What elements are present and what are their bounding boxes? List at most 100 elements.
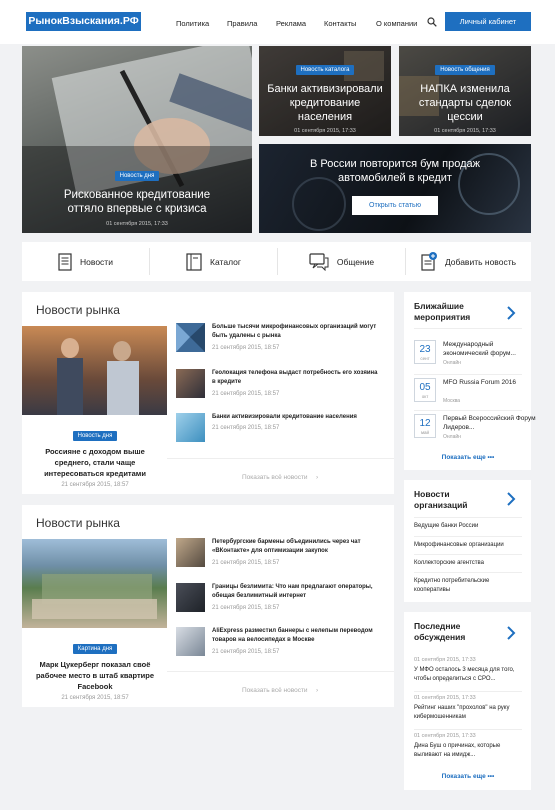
tile-community-badge[interactable]: Новость общения xyxy=(435,65,495,75)
show-all-news-link[interactable]: Показать всё новости xyxy=(242,474,308,481)
calendar-icon: 23 сент xyxy=(414,340,436,364)
nav-contacts[interactable]: Контакты xyxy=(324,19,356,28)
event-title[interactable]: MFO Russia Forum 2016 xyxy=(443,378,538,387)
discussion-text[interactable]: Дина Буш о причинах, которые выливают на… xyxy=(414,742,526,760)
news-thumbnail xyxy=(176,323,205,352)
divider xyxy=(414,554,522,555)
hero-main-tile[interactable]: Новость дня Рискованное кредитование отт… xyxy=(22,46,252,233)
market2-lead-story[interactable]: Картина дня Марк Цукерберг показал своё … xyxy=(30,637,160,701)
market-lead-title[interactable]: Россияне с доходом выше среднего, стали … xyxy=(30,446,160,479)
tile-catalog-badge[interactable]: Новость каталога xyxy=(295,65,355,75)
news-thumbnail xyxy=(176,369,205,398)
news-title[interactable]: Границы безлимита: Что нам предлагают оп… xyxy=(212,583,382,601)
discussion-text[interactable]: У МФО осталось 3 месяца для того, чтобы … xyxy=(414,666,526,684)
event-location: Онлайн xyxy=(443,360,461,366)
discussion-item[interactable]: 01 сентября 2015, 17:33 Дина Буш о причин… xyxy=(414,733,526,760)
news-title[interactable]: AliExpress разместил баннеры с нелепым п… xyxy=(212,627,382,645)
event-item[interactable]: 05 окт MFO Russia Forum 2016 Москва xyxy=(414,378,532,414)
hero-main-badge[interactable]: Новость дня xyxy=(114,171,160,181)
market-lead-story[interactable]: Новость дня Россияне с доходом выше сред… xyxy=(30,424,160,488)
news-date: 21 сентября 2015, 18:57 xyxy=(212,391,280,397)
nav-ads[interactable]: Реклама xyxy=(276,19,306,28)
orgs-title[interactable]: Новости организаций xyxy=(414,489,494,511)
category-catalog-label: Каталог xyxy=(210,256,241,267)
event-location: Москва xyxy=(443,398,461,404)
tile-catalog-date: 01 сентября 2015, 17:33 xyxy=(294,128,356,134)
discussions-title[interactable]: Последние обсуждения xyxy=(414,621,494,643)
event-title[interactable]: Первый Всероссийский Форум Лидеров... xyxy=(443,414,538,432)
chevron-right-icon: › xyxy=(316,474,319,481)
discussion-item[interactable]: 01 сентября 2015, 17:33 Рейтинг наших "пр… xyxy=(414,695,526,722)
category-news-label: Новости xyxy=(80,256,113,267)
chevron-right-icon[interactable] xyxy=(507,492,516,506)
news-thumbnail xyxy=(176,538,205,567)
book-icon xyxy=(186,252,202,271)
category-community[interactable]: Общение xyxy=(278,242,405,281)
hero-main-title[interactable]: Рискованное кредитование оттяло впервые … xyxy=(47,188,227,216)
show-more-discussions-link[interactable]: Показать еще ••• xyxy=(404,773,532,780)
news-title[interactable]: Геолокация телефона выдаст потребность е… xyxy=(212,369,382,387)
org-link[interactable]: Кредитно потребительские кооперативы xyxy=(414,577,524,595)
category-community-label: Общение xyxy=(336,256,375,267)
org-link[interactable]: Микрофинансовые организации xyxy=(414,541,524,550)
market2-lead-photo[interactable] xyxy=(22,539,167,628)
site-logo[interactable]: РынокВзыскания.РФ xyxy=(26,12,141,31)
divider xyxy=(414,691,522,692)
discussion-date: 01 сентября 2015, 17:33 xyxy=(414,695,476,701)
discussion-text[interactable]: Рейтинг наших "прохолов" на руку кибермо… xyxy=(414,704,526,722)
org-link[interactable]: Коллекторские агентства xyxy=(414,559,524,568)
event-title[interactable]: Международный экономический форум... xyxy=(443,340,538,358)
event-item[interactable]: 23 сент Международный экономический форум… xyxy=(414,340,532,376)
search-icon[interactable] xyxy=(427,17,437,27)
discussion-date: 01 сентября 2015, 17:33 xyxy=(414,733,476,739)
discussion-item[interactable]: 01 сентября 2015, 17:33 У МФО осталось 3 … xyxy=(414,657,526,684)
category-catalog[interactable]: Каталог xyxy=(150,242,277,281)
hero-tile-community[interactable]: Новость общения НАПКА изменила стандарты… xyxy=(399,46,531,136)
divider xyxy=(414,410,522,411)
nav-about[interactable]: О компании xyxy=(376,19,417,28)
nav-rules[interactable]: Правила xyxy=(227,19,257,28)
events-title[interactable]: Ближайшие мероприятия xyxy=(414,301,494,323)
hero-wide-tile[interactable]: В России повторится бум продаж автомобил… xyxy=(259,144,531,233)
news-date: 21 сентября 2015, 18:57 xyxy=(212,425,280,431)
market-lead-photo[interactable] xyxy=(22,326,167,415)
open-article-button[interactable]: Открыть статью xyxy=(352,196,438,215)
chevron-right-icon[interactable] xyxy=(507,306,516,320)
divider xyxy=(414,374,522,375)
chevron-right-icon[interactable] xyxy=(507,626,516,640)
market-lead-badge[interactable]: Новость дня xyxy=(72,431,118,441)
news-title[interactable]: Банки активизировали кредитование населе… xyxy=(212,413,382,422)
tile-catalog-title[interactable]: Банки активизировали кредитование населе… xyxy=(265,82,385,124)
event-item[interactable]: 12 май Первый Всероссийский Форум Лидеров… xyxy=(414,414,536,450)
news-title[interactable]: Больше тысячи микрофинансовых организаци… xyxy=(212,323,382,341)
add-news-label: Добавить новость xyxy=(444,256,517,267)
section-title: Новости рынка xyxy=(36,516,120,530)
tile-community-title[interactable]: НАПКА изменила стандарты сделок цессии xyxy=(405,82,525,124)
site-header: РынокВзыскания.РФ Политика Правила Рекла… xyxy=(0,0,555,44)
news-date: 21 сентября 2015, 18:57 xyxy=(212,605,280,611)
market2-lead-badge[interactable]: Картина дня xyxy=(72,644,118,654)
divider xyxy=(414,729,522,730)
show-all-news-link[interactable]: Показать всё новости xyxy=(242,687,308,694)
hero-tile-catalog[interactable]: Новость каталога Банки активизировали кр… xyxy=(259,46,391,136)
add-news-button[interactable]: Добавить новость xyxy=(406,242,531,281)
market2-lead-title[interactable]: Марк Цукерберг показал своё рабочее мест… xyxy=(30,659,160,692)
divider xyxy=(167,671,394,672)
org-link[interactable]: Ведущие банки России xyxy=(414,522,524,531)
calendar-icon: 05 окт xyxy=(414,378,436,402)
events-widget: Ближайшие мероприятия 23 сент Международн… xyxy=(404,292,536,470)
nav-politics[interactable]: Политика xyxy=(176,19,209,28)
divider xyxy=(167,458,394,459)
add-document-icon xyxy=(421,252,437,271)
news-date: 21 сентября 2015, 18:57 xyxy=(212,649,280,655)
cabinet-button[interactable]: Личный кабинет xyxy=(445,12,531,31)
divider xyxy=(414,572,522,573)
news-thumbnail xyxy=(176,583,205,612)
calendar-icon: 12 май xyxy=(414,414,436,438)
news-title[interactable]: Петербургские бармены объединились через… xyxy=(212,538,382,556)
event-location: Онлайн xyxy=(443,434,461,440)
show-more-events-link[interactable]: Показать еще ••• xyxy=(404,454,532,461)
category-news[interactable]: Новости xyxy=(22,242,149,281)
divider xyxy=(414,536,522,537)
wide-tile-title[interactable]: В России повторится бум продаж автомобил… xyxy=(305,157,485,185)
